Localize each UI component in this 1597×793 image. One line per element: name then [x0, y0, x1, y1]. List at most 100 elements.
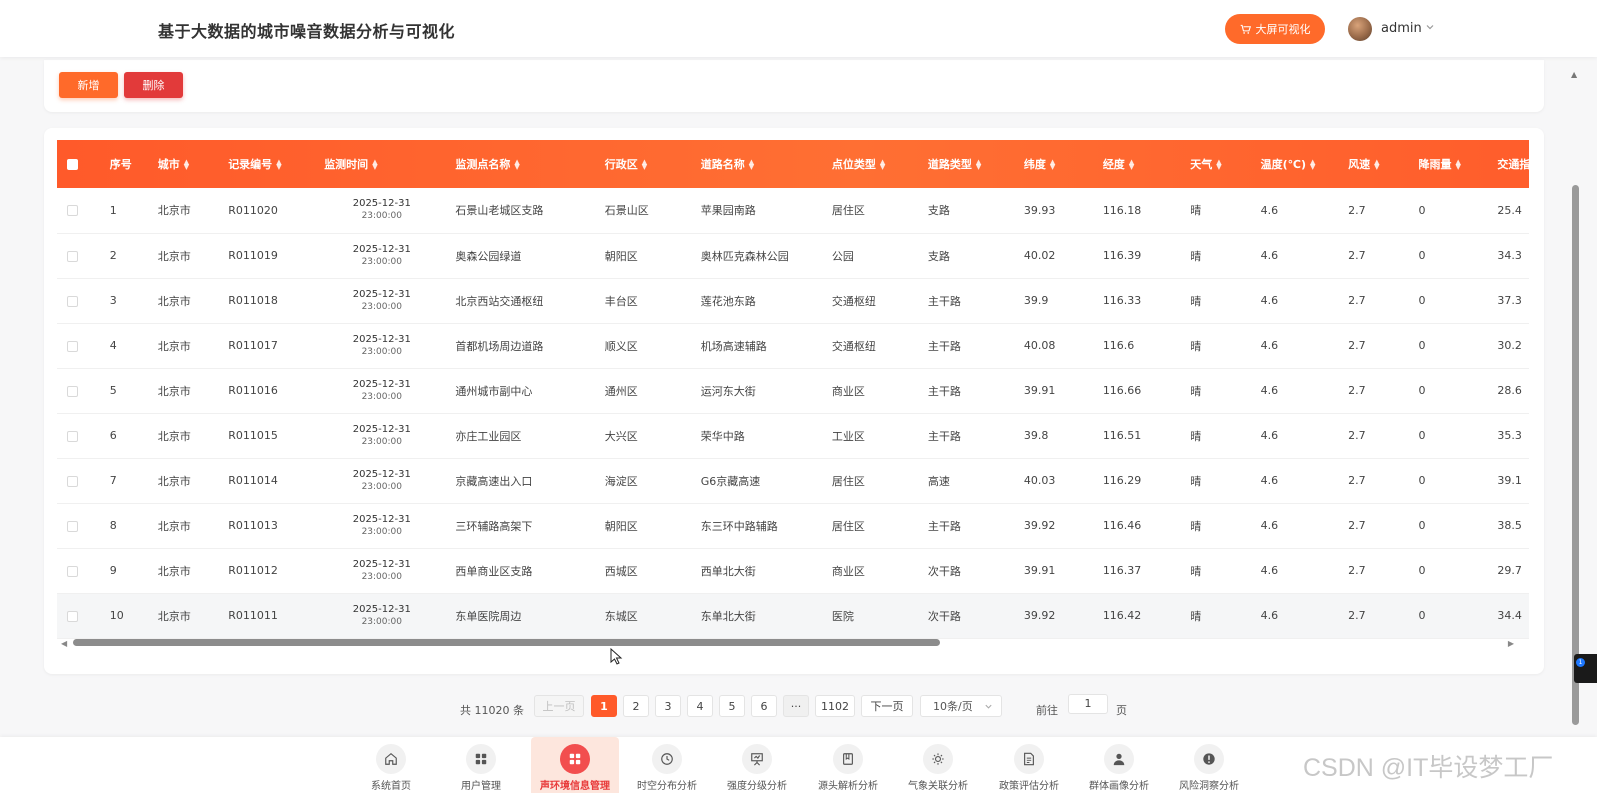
bigscreen-button[interactable]: 大屏可视化	[1225, 14, 1325, 44]
cell-traffic: 30.2	[1489, 323, 1529, 369]
table-row[interactable]: 1 北京市 R011020 2025-12-31 23:00:00 石景山老城区支路 石景山…	[57, 188, 1529, 234]
page-button[interactable]: 6	[751, 695, 777, 717]
cell-lat: 40.02	[1015, 233, 1095, 279]
row-checkbox[interactable]	[67, 610, 78, 622]
nav-label: 政策评估分析	[999, 781, 1059, 792]
cell-monitor-time: 2025-12-31 23:00:00	[316, 188, 448, 234]
cell-lng: 116.66	[1094, 368, 1183, 414]
table-row[interactable]: 7 北京市 R011014 2025-12-31 23:00:00 京藏高速出入口 海淀区 G…	[57, 458, 1529, 504]
row-checkbox[interactable]	[67, 295, 78, 307]
row-checkbox[interactable]	[67, 205, 78, 217]
nav-item[interactable]: 声环境信息管理	[531, 737, 619, 793]
column-header[interactable]: 城市 ▲ ▼	[150, 140, 220, 188]
cell-site: 亦庄工业园区	[447, 413, 597, 459]
table-row[interactable]: 10 北京市 R011011 2025-12-31 23:00:00 东单医院周边 东城区东…	[57, 593, 1529, 639]
nav-label: 风险洞察分析	[1179, 781, 1239, 792]
cell-id: R011013	[220, 503, 317, 549]
column-header[interactable]: 记录编号 ▲ ▼	[220, 140, 316, 188]
horizontal-scrollbar[interactable]: ◀ ▶	[57, 636, 1514, 650]
page-button[interactable]: 1	[591, 695, 617, 717]
username[interactable]: admin	[1381, 21, 1422, 36]
cell-site: 通州城市副中心	[447, 368, 597, 414]
cell-lat: 40.08	[1015, 323, 1095, 369]
table-row[interactable]: 2 北京市 R011019 2025-12-31 23:00:00 奥森公园绿道 朝阳区 奥林…	[57, 233, 1529, 279]
prev-page-button[interactable]: 上一页	[534, 695, 584, 717]
page-button[interactable]: 4	[687, 695, 713, 717]
total-count: 共 11020 条	[460, 704, 524, 717]
cell-wind: 2.7	[1340, 323, 1411, 369]
chevron-down-icon[interactable]	[1425, 22, 1435, 32]
nav-item[interactable]: 源头解析分析	[806, 737, 890, 793]
scrollbar-thumb[interactable]	[73, 639, 940, 646]
scrollbar-thumb[interactable]	[1572, 185, 1579, 725]
cell-traffic: 37.3	[1489, 278, 1529, 324]
column-header[interactable]: 温度(℃) ▲ ▼	[1253, 140, 1340, 188]
page-button[interactable]: 2	[623, 695, 649, 717]
column-header[interactable]: 道路类型 ▲ ▼	[920, 140, 1016, 188]
nav-item[interactable]: 气象关联分析	[896, 737, 980, 793]
scroll-right-icon[interactable]: ▶	[1508, 639, 1514, 648]
cell-clock: 23:00:00	[361, 526, 402, 537]
vertical-scrollbar[interactable]: ▲	[1570, 70, 1580, 730]
column-header[interactable]: 风速 ▲ ▼	[1340, 140, 1410, 188]
column-header[interactable]: 经度 ▲ ▼	[1095, 140, 1182, 188]
avatar[interactable]	[1348, 17, 1372, 41]
nav-item[interactable]: 风险洞察分析	[1167, 737, 1251, 793]
nav-item[interactable]: 强度分级分析	[715, 737, 799, 793]
row-checkbox[interactable]	[67, 520, 78, 532]
scroll-left-icon[interactable]: ◀	[61, 639, 67, 648]
cell-monitor-time: 2025-12-31 23:00:00	[316, 233, 448, 279]
floating-widget[interactable]: 1	[1574, 654, 1597, 683]
column-header[interactable]: 天气 ▲ ▼	[1182, 140, 1252, 188]
cell-lng: 116.18	[1094, 188, 1183, 234]
table-row[interactable]: 4 北京市 R011017 2025-12-31 23:00:00 首都机场周边道路 顺义区…	[57, 323, 1529, 369]
page-size-select[interactable]: 10条/页	[920, 695, 1002, 717]
cell-district: 东城区	[596, 593, 693, 639]
row-checkbox[interactable]	[67, 475, 78, 487]
goto-page-input[interactable]: 1	[1068, 694, 1108, 714]
table-row[interactable]: 9 北京市 R011012 2025-12-31 23:00:00 西单商业区支路 西城区西…	[57, 548, 1529, 594]
cell-temp: 4.6	[1252, 548, 1341, 594]
page-button[interactable]: 3	[655, 695, 681, 717]
cell-point-type: 居住区	[823, 188, 920, 234]
column-header[interactable]: 点位类型 ▲ ▼	[824, 140, 920, 188]
nav-item[interactable]: 群体画像分析	[1077, 737, 1161, 793]
add-button[interactable]: 新增	[59, 72, 118, 98]
data-table-container: 序号 城市 ▲ ▼ 记录编号 ▲ ▼ 监测时间 ▲ ▼ 监测点名称 ▲ ▼ 行政区 ▲ ▼ 道路名称…	[57, 140, 1529, 648]
table-row[interactable]: 6 北京市 R011015 2025-12-31 23:00:00 亦庄工业园区 大兴区 荣华…	[57, 413, 1529, 459]
row-checkbox[interactable]	[67, 340, 78, 352]
row-checkbox[interactable]	[67, 250, 78, 262]
column-header[interactable]: 行政区 ▲ ▼	[597, 140, 693, 188]
cell-rain: 0	[1410, 278, 1490, 324]
nav-item[interactable]: 政策评估分析	[987, 737, 1071, 793]
table-row[interactable]: 8 北京市 R011013 2025-12-31 23:00:00 三环辅路高架下 朝阳区东…	[57, 503, 1529, 549]
nav-item[interactable]: 时空分布分析	[625, 737, 709, 793]
nav-item[interactable]: 用户管理	[439, 737, 523, 793]
column-header[interactable]: 道路名称 ▲ ▼	[693, 140, 824, 188]
cell-id: R011012	[220, 548, 317, 594]
column-header[interactable]: 监测时间 ▲ ▼	[316, 140, 447, 188]
cell-road: 荣华中路	[692, 413, 824, 459]
table-row[interactable]: 5 北京市 R011016 2025-12-31 23:00:00 通州城市副中心 通州区运…	[57, 368, 1529, 414]
scroll-up-icon[interactable]: ▲	[1571, 70, 1577, 79]
page-button[interactable]: 1102	[815, 695, 855, 717]
cell-traffic: 39.1	[1489, 458, 1529, 504]
row-checkbox[interactable]	[67, 430, 78, 442]
row-checkbox[interactable]	[67, 385, 78, 397]
column-header[interactable]: 降雨量 ▲ ▼	[1411, 140, 1490, 188]
table-row[interactable]: 3 北京市 R011018 2025-12-31 23:00:00 北京西站交通枢纽 丰台区…	[57, 278, 1529, 324]
cell-clock: 23:00:00	[361, 391, 402, 402]
select-all-checkbox[interactable]	[67, 159, 78, 170]
nav-item[interactable]: 系统首页	[349, 737, 433, 793]
page-button[interactable]: 5	[719, 695, 745, 717]
next-page-button[interactable]: 下一页	[861, 695, 913, 717]
row-checkbox[interactable]	[67, 565, 78, 577]
more-pages-button[interactable]: ···	[783, 695, 809, 717]
column-header[interactable]: 纬度 ▲ ▼	[1016, 140, 1095, 188]
cell-weather: 晴	[1182, 503, 1253, 549]
column-header[interactable]: 监测点名称 ▲ ▼	[447, 140, 596, 188]
cell-id: R011017	[220, 323, 317, 369]
cell-weather: 晴	[1182, 278, 1253, 324]
column-header[interactable]: 交通指数▲▼	[1489, 140, 1529, 188]
delete-button[interactable]: 删除	[124, 72, 183, 98]
